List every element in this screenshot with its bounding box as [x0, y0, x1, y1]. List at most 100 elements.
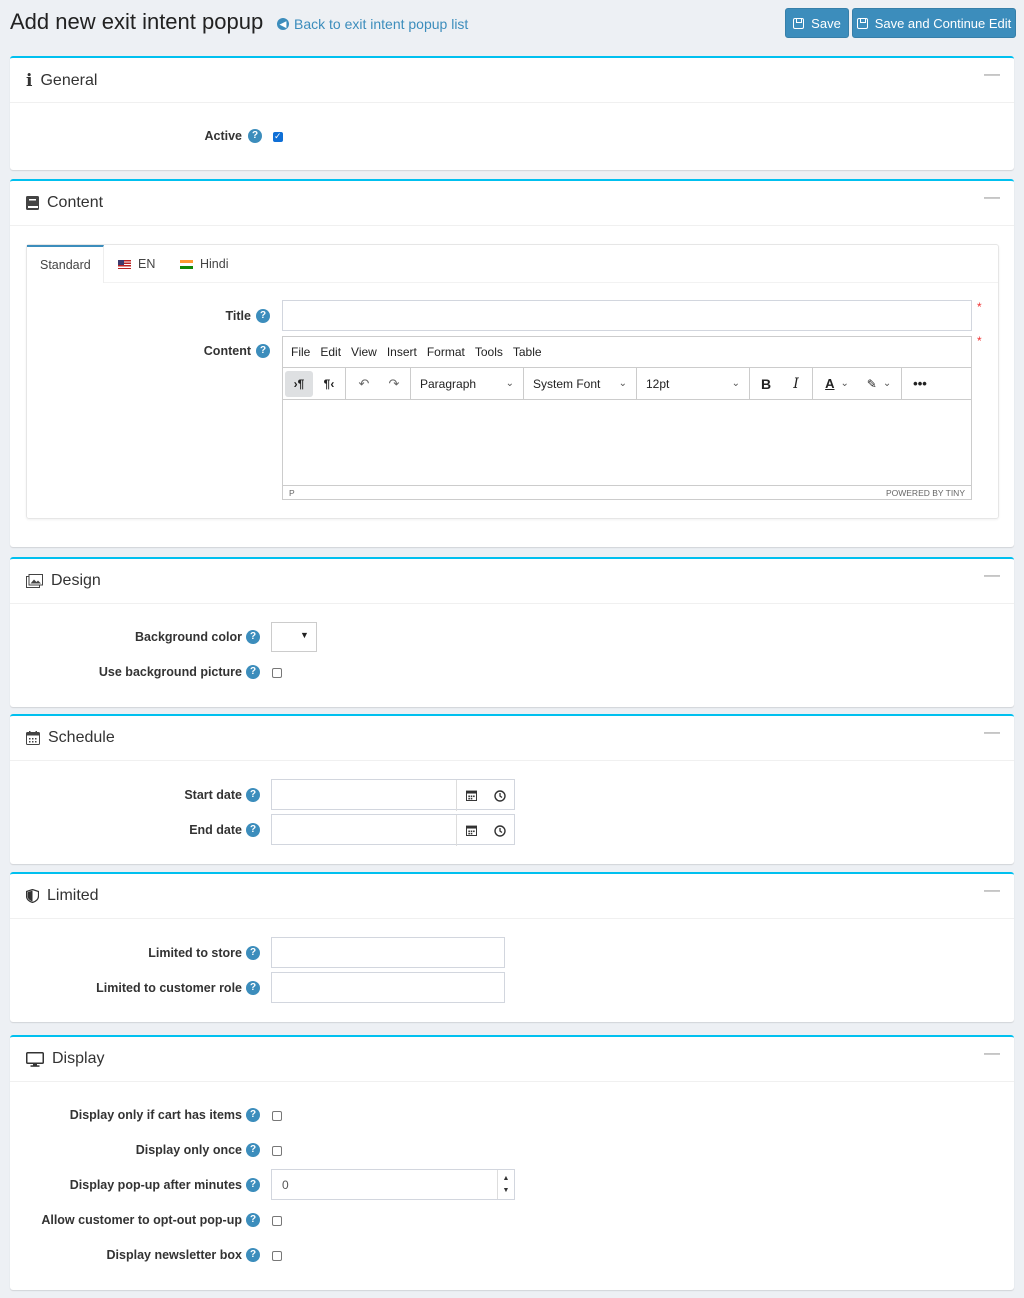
display-once-checkbox[interactable]: [272, 1146, 282, 1156]
divider: [901, 367, 902, 400]
book-icon: [26, 196, 39, 210]
collapse-icon[interactable]: —: [984, 189, 1000, 207]
text-color-icon[interactable]: A ⌄: [817, 371, 857, 397]
save-button[interactable]: Save: [785, 8, 849, 38]
help-icon[interactable]: ?: [246, 788, 260, 802]
display-card: Display — Display only if cart has items…: [10, 1035, 1014, 1290]
color-picker[interactable]: ▼: [271, 622, 317, 652]
tab-hindi[interactable]: Hindi: [167, 245, 242, 283]
bold-icon[interactable]: B: [752, 371, 780, 397]
store-select[interactable]: [271, 937, 505, 968]
content-card-header[interactable]: Content —: [10, 181, 1014, 226]
calendar-icon[interactable]: [456, 815, 486, 846]
help-icon[interactable]: ?: [246, 1178, 260, 1192]
block-format-dropdown[interactable]: Paragraph ⌄: [411, 367, 524, 400]
start-date-label: Start date: [184, 788, 242, 802]
tab-label: EN: [138, 257, 156, 271]
display-card-header[interactable]: Display —: [10, 1037, 1014, 1082]
highlight-color-icon[interactable]: ✎ ⌄: [859, 371, 899, 397]
collapse-icon[interactable]: —: [984, 882, 1000, 900]
chevron-down-icon: ⌄: [505, 378, 514, 389]
general-card-header[interactable]: i General —: [10, 58, 1014, 103]
more-icon[interactable]: •••: [906, 371, 934, 397]
collapse-icon[interactable]: —: [984, 66, 1000, 84]
general-title: General: [40, 72, 98, 89]
editor-content-area[interactable]: [283, 400, 971, 485]
active-label: Active: [204, 129, 242, 143]
role-row: Limited to customer role ?: [10, 977, 1014, 1001]
start-date-input[interactable]: [271, 779, 515, 811]
font-family-value: System Font: [533, 376, 601, 391]
help-icon[interactable]: ?: [246, 946, 260, 960]
title-label: Title: [225, 309, 251, 323]
customer-role-select[interactable]: [271, 972, 505, 1003]
help-icon[interactable]: ?: [256, 309, 270, 323]
active-checkbox[interactable]: [273, 131, 283, 142]
spin-up-icon[interactable]: ▲: [503, 1175, 510, 1182]
help-icon[interactable]: ?: [246, 630, 260, 644]
title-input[interactable]: [282, 300, 972, 331]
newsletter-checkbox[interactable]: [272, 1251, 282, 1261]
help-icon[interactable]: ?: [246, 823, 260, 837]
menu-view[interactable]: View: [351, 345, 377, 359]
menu-tools[interactable]: Tools: [475, 345, 503, 359]
undo-icon[interactable]: ↶: [350, 371, 378, 397]
optout-checkbox[interactable]: [272, 1216, 282, 1226]
info-icon: i: [26, 71, 33, 91]
menu-table[interactable]: Table: [513, 345, 542, 359]
menu-file[interactable]: File: [291, 345, 310, 359]
help-icon[interactable]: ?: [246, 981, 260, 995]
spin-down-icon[interactable]: ▼: [503, 1187, 510, 1194]
number-spinner[interactable]: ▲ ▼: [497, 1170, 514, 1199]
end-date-label: End date: [189, 823, 242, 837]
card-title: Content: [26, 194, 103, 212]
menu-format[interactable]: Format: [427, 345, 465, 359]
india-flag-icon: [180, 259, 193, 269]
menu-edit[interactable]: Edit: [320, 345, 341, 359]
back-to-list-link[interactable]: ◀ Back to exit intent popup list: [277, 16, 468, 32]
display-once-label: Display only once: [135, 1143, 242, 1157]
divider: [345, 367, 346, 400]
element-path: P: [289, 487, 295, 498]
required-marker: *: [977, 334, 982, 348]
save-continue-label: Save and Continue Edit: [874, 15, 1012, 31]
collapse-icon[interactable]: —: [984, 724, 1000, 742]
help-icon[interactable]: ?: [246, 665, 260, 679]
limited-card-header[interactable]: Limited —: [10, 874, 1014, 919]
clock-icon[interactable]: [485, 780, 515, 811]
collapse-icon[interactable]: —: [984, 567, 1000, 585]
rtl-icon[interactable]: ¶‹: [315, 371, 343, 397]
redo-icon[interactable]: ↷: [380, 371, 408, 397]
tab-row: Standard EN Hindi: [27, 245, 998, 283]
display-once-row: Display only once ?: [10, 1139, 1014, 1163]
clock-icon[interactable]: [485, 815, 515, 846]
design-card-header[interactable]: Design —: [10, 559, 1014, 604]
newsletter-row: Display newsletter box ?: [10, 1244, 1014, 1268]
help-icon[interactable]: ?: [246, 1248, 260, 1262]
ltr-icon[interactable]: ›¶: [285, 370, 313, 397]
tab-en[interactable]: EN: [105, 245, 168, 283]
schedule-card-header[interactable]: Schedule —: [10, 716, 1014, 761]
minutes-input[interactable]: 0 ▲ ▼: [271, 1169, 515, 1200]
help-icon[interactable]: ?: [246, 1143, 260, 1157]
help-icon[interactable]: ?: [248, 129, 262, 143]
help-icon[interactable]: ?: [246, 1213, 260, 1227]
calendar-icon[interactable]: [456, 780, 486, 811]
italic-icon[interactable]: I: [782, 371, 810, 397]
menu-insert[interactable]: Insert: [387, 345, 417, 359]
tab-label: Standard: [40, 258, 91, 272]
arrow-left-circle-icon: ◀: [277, 18, 289, 30]
language-tabs: Standard EN Hindi Title ? * Content ? * …: [26, 244, 999, 519]
bg-color-label: Background color: [135, 630, 242, 644]
cart-items-checkbox[interactable]: [272, 1111, 282, 1121]
bg-picture-checkbox[interactable]: [272, 668, 282, 678]
help-icon[interactable]: ?: [246, 1108, 260, 1122]
end-date-input[interactable]: [271, 814, 515, 846]
powered-by-label[interactable]: POWERED BY TINY: [886, 488, 965, 498]
help-icon[interactable]: ?: [256, 344, 270, 358]
font-size-dropdown[interactable]: 12pt ⌄: [637, 367, 750, 400]
collapse-icon[interactable]: —: [984, 1045, 1000, 1063]
save-continue-button[interactable]: Save and Continue Edit: [852, 8, 1016, 38]
font-family-dropdown[interactable]: System Font ⌄: [524, 367, 637, 400]
tab-standard[interactable]: Standard: [27, 245, 104, 283]
